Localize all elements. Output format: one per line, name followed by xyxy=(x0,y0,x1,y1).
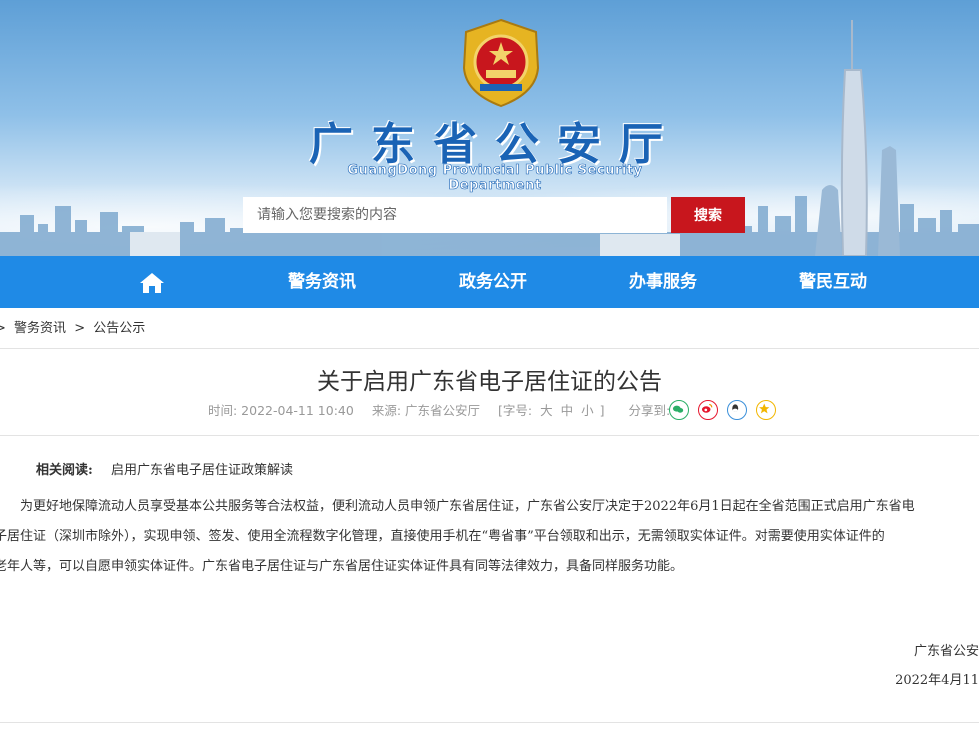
publish-time: 时间: 2022-04-11 10:40 xyxy=(208,403,354,418)
article-meta: 时间: 2022-04-11 10:40 来源: 广东省公安厅 [字号: 大 中… xyxy=(208,402,684,420)
header-banner: 广东省公安厅 GuangDong Provincial Public Secur… xyxy=(0,0,979,256)
nav-item-police-news[interactable]: 警务资讯 xyxy=(288,256,356,308)
police-emblem-icon xyxy=(462,18,540,108)
article-title: 关于启用广东省电子居住证的公告 xyxy=(317,369,662,395)
font-size-medium[interactable]: 中 xyxy=(561,403,574,418)
home-icon[interactable] xyxy=(139,272,165,294)
breadcrumb-separator: > xyxy=(74,321,86,336)
nav-item-government-affairs[interactable]: 政务公开 xyxy=(459,256,527,308)
divider xyxy=(0,348,979,349)
search-button[interactable]: 搜索 xyxy=(671,197,745,233)
site-subtitle-en: GuangDong Provincial Public Security Dep… xyxy=(347,163,643,194)
font-size-small[interactable]: 小 xyxy=(581,403,594,418)
weibo-icon[interactable] xyxy=(698,399,719,420)
paragraph-line: 老年人等，可以自愿申领实体证件。广东省电子居住证与广东省居住证实体证件具有同等法… xyxy=(0,559,684,574)
breadcrumb-item-notice[interactable]: 公告公示 xyxy=(93,321,145,336)
share-label: 分享到: xyxy=(628,403,671,418)
related-link[interactable]: 启用广东省电子居住证政策解读 xyxy=(111,463,293,478)
breadcrumb-item-news[interactable]: 警务资讯 xyxy=(14,321,66,336)
divider xyxy=(0,722,979,723)
paragraph-line: 为更好地保障流动人员享受基本公共服务等合法权益，便利流动人员申领广东省居住证，广… xyxy=(20,499,915,514)
qq-icon[interactable] xyxy=(727,399,748,420)
paragraph-line: 子居住证（深圳市除外），实现申领、签发、使用全流程数字化管理，直接使用手机在“粤… xyxy=(0,529,885,544)
related-reading: 相关阅读: 启用广东省电子居住证政策解读 xyxy=(36,459,293,478)
font-size-switcher: [字号: 大 中 小 ] xyxy=(498,403,608,418)
signature-date: 2022年4月11 xyxy=(895,673,979,688)
qzone-icon[interactable] xyxy=(756,399,777,420)
article-body: 为更好地保障流动人员享受基本公共服务等合法权益，便利流动人员申领广东省居住证，广… xyxy=(0,492,979,582)
font-size-label: [字号: xyxy=(497,403,533,418)
article-source: 来源: 广东省公安厅 xyxy=(371,403,480,418)
nav-item-interaction[interactable]: 警民互动 xyxy=(799,256,867,308)
breadcrumb-separator: > xyxy=(0,321,6,336)
breadcrumb: > 警务资讯 > 公告公示 xyxy=(0,318,149,340)
search-input[interactable] xyxy=(243,197,667,233)
wechat-icon[interactable] xyxy=(669,399,689,420)
main-nav: 警务资讯 政务公开 办事服务 警民互动 xyxy=(0,256,979,308)
nav-item-services[interactable]: 办事服务 xyxy=(629,256,697,308)
signature-org: 广东省公安 xyxy=(913,644,979,659)
related-label: 相关阅读: xyxy=(36,463,93,478)
font-size-large[interactable]: 大 xyxy=(540,403,553,418)
divider xyxy=(0,435,979,436)
font-size-end: ] xyxy=(599,403,605,418)
share-buttons xyxy=(669,399,780,421)
